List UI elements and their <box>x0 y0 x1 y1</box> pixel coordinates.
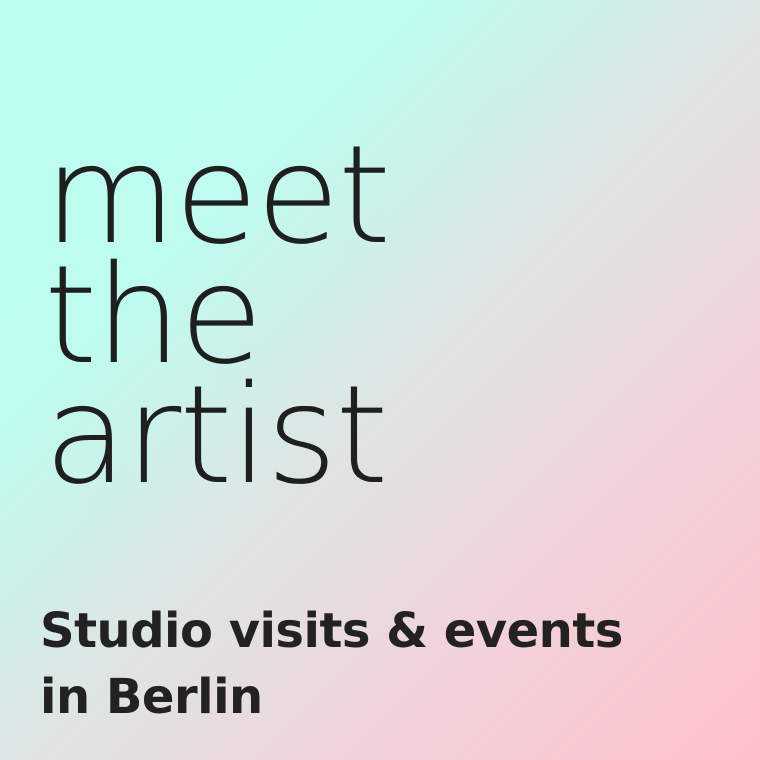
subtitle-line-1: Studio visits & events <box>40 603 623 659</box>
subtitle-line-2: in Berlin <box>40 669 263 725</box>
promo-card: meet the artist Studio visits & events i… <box>0 0 760 760</box>
subtitle: Studio visits & events in Berlin <box>40 598 623 730</box>
headline-line-3: artist <box>44 357 389 515</box>
headline: meet the artist <box>44 128 391 515</box>
